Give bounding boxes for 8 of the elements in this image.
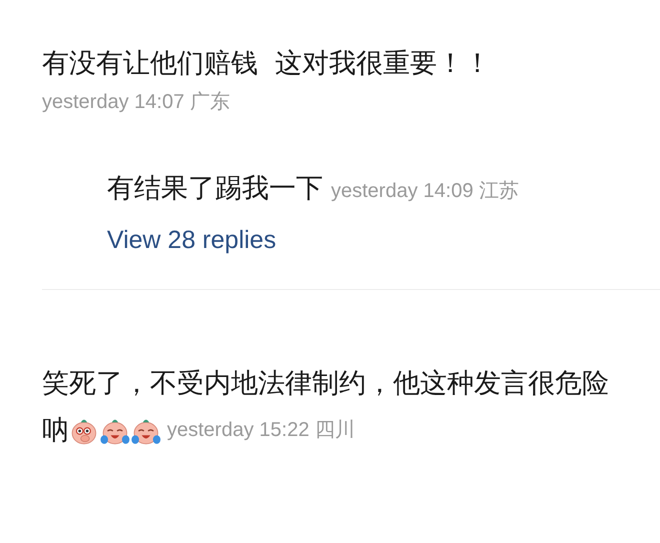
comment-text: 有没有让他们赔钱 这对我很重要！！ — [42, 47, 492, 81]
view-replies-link[interactable]: View 28 replies — [107, 224, 276, 256]
comment-meta: yesterday 15:22 四川 — [167, 418, 355, 443]
comment-text: 笑死了，不受内地法律制约，他这种发言很危险 — [42, 367, 609, 401]
reply-text: 有结果了踢我一下 — [107, 172, 323, 206]
comment-text: 呐 — [42, 414, 69, 448]
comment-meta: yesterday 14:07 广东 — [42, 90, 231, 115]
reply-meta: yesterday 14:09 江苏 — [331, 179, 519, 204]
